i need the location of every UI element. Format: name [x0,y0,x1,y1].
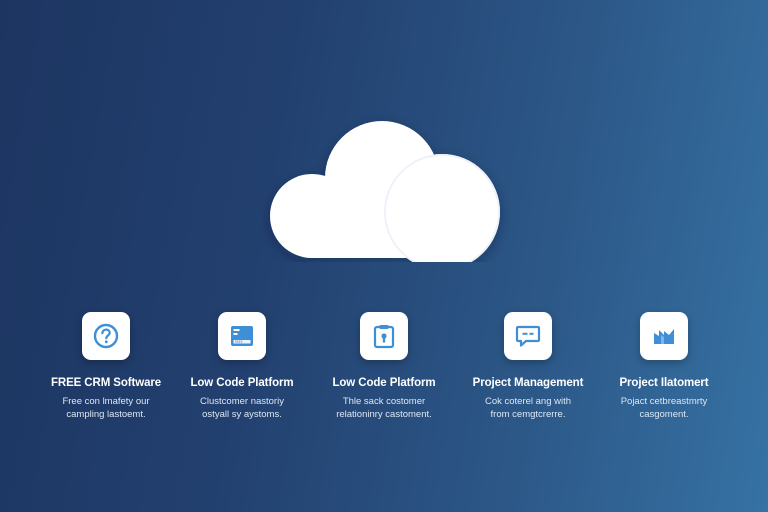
feature-project-platform[interactable]: Project Ilatomert Pojact cetbreastmrty c… [599,310,729,421]
bar-chart-icon [654,329,674,344]
feature-icon-tile [640,312,688,360]
feature-icon-tile [360,312,408,360]
help-circle-icon [93,323,119,349]
feature-low-code-2[interactable]: Low Code Platform Thle sack costomer rel… [319,310,449,421]
feature-description: Clustcomer nastoriy ostyall sy aystoms. [200,396,284,420]
feature-title: Low Code Platform [332,377,436,389]
feature-description: Cok coterel ang with from cemgtcrerre. [484,396,572,420]
clipboard-lock-icon [373,325,395,349]
feature-free-crm[interactable]: FREE CRM Software Free con lmafety our c… [41,310,171,421]
feature-description: Pojact cetbreastmrty casgoment. [620,396,708,420]
feature-title: Project Management [472,377,584,389]
feature-description: Free con lmafety our campling lastoemt. [62,396,150,420]
feature-title: Low Code Platform [190,377,294,389]
feature-title: FREE CRM Software [50,377,162,389]
features-row: FREE CRM Software Free con lmafety our c… [0,310,768,450]
feature-description: Thle sack costomer relationinry castomen… [336,396,432,420]
hero-section [0,0,768,300]
feature-icon-tile: RREE [218,312,266,360]
feature-low-code-1[interactable]: RREE Low Code Platform Clustcomer nastor… [177,310,307,421]
cloud-icon [270,121,500,262]
spreadsheet-icon: RREE [231,326,253,346]
feature-project-management[interactable]: Project Management Cok coterel ang with … [463,310,593,421]
feature-icon-tile [82,312,130,360]
feature-title: Project Ilatomert [619,377,709,389]
chat-bubble-icon [515,325,541,347]
feature-icon-tile [504,312,552,360]
svg-text:RREE: RREE [235,340,243,344]
